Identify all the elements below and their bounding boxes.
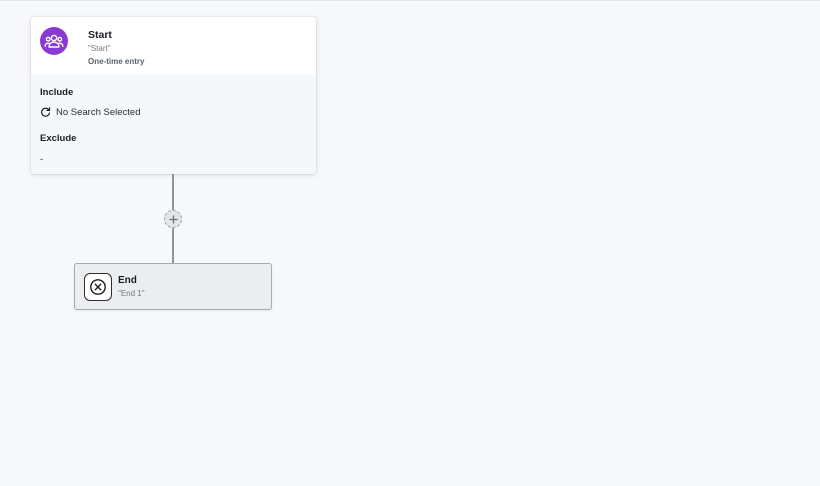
end-node-title: End [118, 275, 137, 286]
start-node-header: Start "Start" One-time entry [31, 17, 316, 75]
exclude-label: Exclude [40, 133, 77, 144]
include-search-row[interactable]: No Search Selected [40, 107, 141, 118]
include-label: Include [40, 87, 74, 98]
start-node-title: Start [88, 29, 112, 41]
entry-type-label: One-time entry [88, 57, 145, 66]
connector-line-top [172, 174, 174, 210]
refresh-icon [40, 107, 51, 118]
start-node-name: "Start" [88, 44, 111, 53]
include-search-value: No Search Selected [56, 107, 141, 118]
plus-icon [168, 214, 178, 224]
workflow-canvas[interactable]: Start "Start" One-time entry Include No … [0, 0, 820, 486]
close-circle-icon [84, 273, 112, 301]
end-node-name: "End 1" [118, 289, 145, 298]
connector-line-bottom [172, 228, 174, 263]
add-step-button[interactable] [164, 210, 182, 228]
exclude-value: - [40, 154, 44, 165]
end-node-card[interactable]: End "End 1" [74, 263, 272, 310]
start-node-card[interactable]: Start "Start" One-time entry Include No … [31, 17, 316, 174]
users-group-icon [40, 27, 68, 55]
